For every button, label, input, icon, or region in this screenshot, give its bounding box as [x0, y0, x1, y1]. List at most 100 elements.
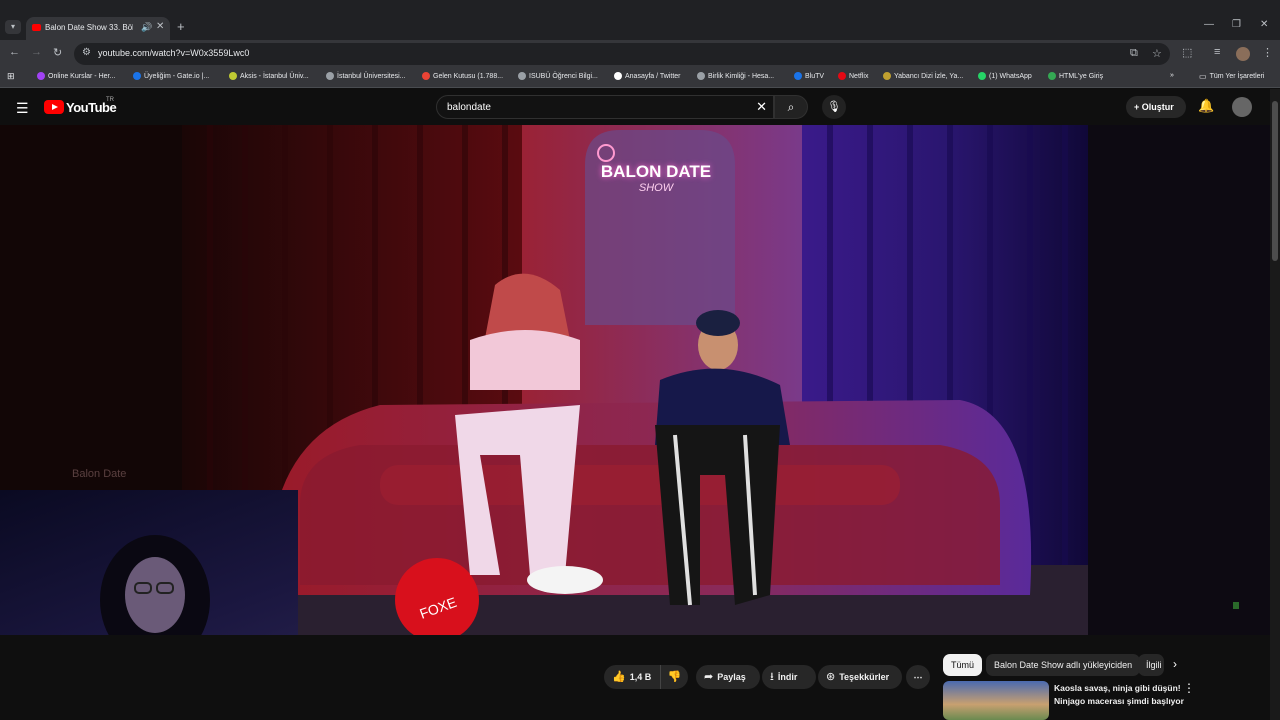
- bookmark-label: HTML'ye Giriş: [1059, 72, 1104, 80]
- bookmark-item[interactable]: İstanbul Üniversitesi...: [326, 72, 405, 80]
- forward-icon[interactable]: →: [31, 46, 42, 58]
- share-icon: ➦: [704, 671, 714, 683]
- bookmark-item[interactable]: Aksis - İstanbul Üniv...: [229, 72, 309, 80]
- youtube-logo-icon[interactable]: [44, 100, 64, 114]
- voice-search-button[interactable]: 🎙: [822, 95, 846, 119]
- new-tab-button[interactable]: +: [177, 19, 185, 34]
- close-tab-icon[interactable]: ✕: [156, 21, 164, 32]
- thumbs-up-icon: 👍: [612, 671, 626, 683]
- clear-search-icon[interactable]: ✕: [756, 99, 767, 115]
- recommendation-menu-icon[interactable]: ⋮: [1183, 681, 1195, 695]
- thumbs-down-icon: 👎: [667, 671, 682, 683]
- notifications-bell-icon[interactable]: 🔔: [1198, 98, 1214, 114]
- bookmark-label: ISUBÜ Öğrenci Bilgi...: [529, 72, 598, 80]
- bookmark-item[interactable]: Üyeliğim - Gate.io |...: [133, 72, 209, 80]
- dislike-button[interactable]: 👎: [660, 665, 688, 689]
- hamburger-menu-icon[interactable]: ☰: [16, 100, 29, 117]
- bookmark-item[interactable]: (1) WhatsApp: [978, 72, 1032, 80]
- download-label: İndir: [777, 672, 798, 682]
- page-scrollbar[interactable]: [1270, 89, 1280, 720]
- neon-sign-title: BALON DATE: [601, 162, 711, 181]
- bookmark-item[interactable]: Gelen Kutusu (1.788...: [422, 72, 503, 80]
- video-actions-area: 👍 1,4 B 👎 ➦ Paylaş ⭳ İndir ⊛ Teşekkürler ⋯ T…: [0, 635, 1270, 720]
- download-icon: ⭳: [770, 671, 774, 683]
- all-bookmarks-folder[interactable]: ▭ Tüm Yer İşaretleri: [1199, 72, 1264, 81]
- tab-title: Balon Date Show 33. Bölüm: [45, 23, 133, 32]
- browser-tab-bar: ▾ Balon Date Show 33. Bölüm 🔊 ✕ + — ❐ ✕: [0, 0, 1280, 40]
- bookmark-item[interactable]: HTML'ye Giriş: [1048, 72, 1103, 80]
- bookmark-item[interactable]: Online Kurslar - Her...: [37, 72, 115, 80]
- thanks-label: Teşekkürler: [839, 672, 890, 682]
- address-toolbar: ← → ↻ ⚙ youtube.com/watch?v=W0x3559Lwc0 …: [0, 40, 1280, 68]
- more-bookmarks-icon[interactable]: »: [1170, 72, 1174, 79]
- recommendation-thumbnail[interactable]: [943, 681, 1049, 720]
- chip-related[interactable]: İlgili: [1138, 654, 1164, 676]
- bookmark-item[interactable]: Netflix: [838, 72, 868, 80]
- share-label: Paylaş: [717, 672, 746, 682]
- extensions-icon[interactable]: ⬚: [1182, 46, 1192, 59]
- address-bar[interactable]: ⚙ youtube.com/watch?v=W0x3559Lwc0 ⧉ ☆: [74, 43, 1170, 65]
- speaker-icon[interactable]: 🔊: [141, 22, 152, 33]
- chip-from-uploader[interactable]: Balon Date Show adlı yükleyiciden: [986, 654, 1141, 676]
- bookmark-label: Gelen Kutusu (1.788...: [433, 72, 504, 80]
- bookmark-item[interactable]: ISUBÜ Öğrenci Bilgi...: [518, 72, 598, 80]
- bookmark-favicon-icon: [37, 72, 45, 80]
- create-button[interactable]: + Oluştur: [1126, 96, 1186, 118]
- bookmark-star-icon[interactable]: ☆: [1152, 47, 1162, 60]
- bookmark-favicon-icon: [1048, 72, 1056, 80]
- youtube-header: ☰ YouTube TR balondate ✕ ⌕ 🎙 + Oluştur 🔔: [0, 89, 1280, 125]
- like-button[interactable]: 👍 1,4 B: [604, 665, 660, 689]
- neon-sign-subtitle: SHOW: [639, 182, 675, 194]
- site-info-icon[interactable]: ⚙: [82, 47, 91, 58]
- bookmark-favicon-icon: [883, 72, 891, 80]
- back-icon[interactable]: ←: [9, 46, 20, 58]
- region-code: TR: [106, 97, 114, 103]
- bookmark-label: Üyeliğim - Gate.io |...: [144, 72, 210, 80]
- bookmark-item[interactable]: Birlik Kimliği - Hesa...: [697, 72, 774, 80]
- profile-avatar-icon[interactable]: [1236, 47, 1250, 61]
- bookmark-favicon-icon: [794, 72, 802, 80]
- reload-icon[interactable]: ↻: [53, 46, 62, 59]
- bookmark-label: Birlik Kimliği - Hesa...: [708, 72, 775, 80]
- bookmark-label: (1) WhatsApp: [989, 72, 1032, 80]
- scrollbar-thumb[interactable]: [1272, 101, 1278, 261]
- chevron-right-icon[interactable]: ›: [1173, 657, 1177, 671]
- bookmark-label: BluTV: [805, 72, 825, 80]
- cast-icon[interactable]: ⧉: [1130, 47, 1138, 60]
- chrome-menu-icon[interactable]: ⋮: [1262, 46, 1273, 59]
- minimize-icon[interactable]: —: [1204, 19, 1214, 30]
- restore-icon[interactable]: ❐: [1232, 19, 1241, 30]
- chip-all[interactable]: Tümü: [943, 654, 983, 676]
- netflix-icon: [838, 72, 846, 80]
- share-button[interactable]: ➦ Paylaş: [696, 665, 760, 689]
- search-button[interactable]: ⌕: [774, 95, 808, 119]
- search-input[interactable]: balondate ✕: [436, 95, 774, 119]
- bookmark-item[interactable]: Anasayfa / Twitter: [614, 72, 681, 80]
- more-actions-button[interactable]: ⋯: [906, 665, 930, 689]
- thanks-button[interactable]: ⊛ Teşekkürler: [818, 665, 902, 689]
- bookmark-label: Anasayfa / Twitter: [625, 72, 681, 80]
- apps-icon[interactable]: ⊞: [7, 71, 15, 82]
- more-horizontal-icon: ⋯: [913, 672, 923, 682]
- close-window-icon[interactable]: ✕: [1260, 19, 1268, 30]
- browser-tab[interactable]: Balon Date Show 33. Bölüm 🔊 ✕: [26, 17, 170, 40]
- bookmark-favicon-icon: [326, 72, 334, 80]
- url-text: youtube.com/watch?v=W0x3559Lwc0: [98, 48, 250, 58]
- media-control-icon[interactable]: ≡: [1214, 46, 1220, 58]
- bookmark-favicon-icon: [229, 72, 237, 80]
- account-avatar[interactable]: [1232, 97, 1252, 117]
- tab-search-button[interactable]: ▾: [5, 20, 21, 34]
- channel-watermark: Balon Date: [72, 468, 126, 480]
- like-count: 1,4 B: [629, 672, 652, 682]
- twitter-x-icon: [614, 72, 622, 80]
- bookmark-label: Aksis - İstanbul Üniv...: [240, 72, 309, 80]
- recommendation-title[interactable]: Kaosla savaş, ninja gibi düşün! Ninjago …: [1054, 682, 1184, 708]
- bookmarks-bar: ⊞ Online Kurslar - Her... Üyeliğim - Gat…: [0, 68, 1280, 88]
- bookmark-item[interactable]: BluTV: [794, 72, 824, 80]
- bookmark-label: Netflix: [849, 72, 869, 80]
- bookmark-item[interactable]: Yabancı Dizi İzle, Ya...: [883, 72, 963, 80]
- thanks-icon: ⊛: [826, 671, 836, 683]
- search-icon: ⌕: [787, 100, 795, 114]
- bookmark-favicon-icon: [697, 72, 705, 80]
- download-button[interactable]: ⭳ İndir: [762, 665, 816, 689]
